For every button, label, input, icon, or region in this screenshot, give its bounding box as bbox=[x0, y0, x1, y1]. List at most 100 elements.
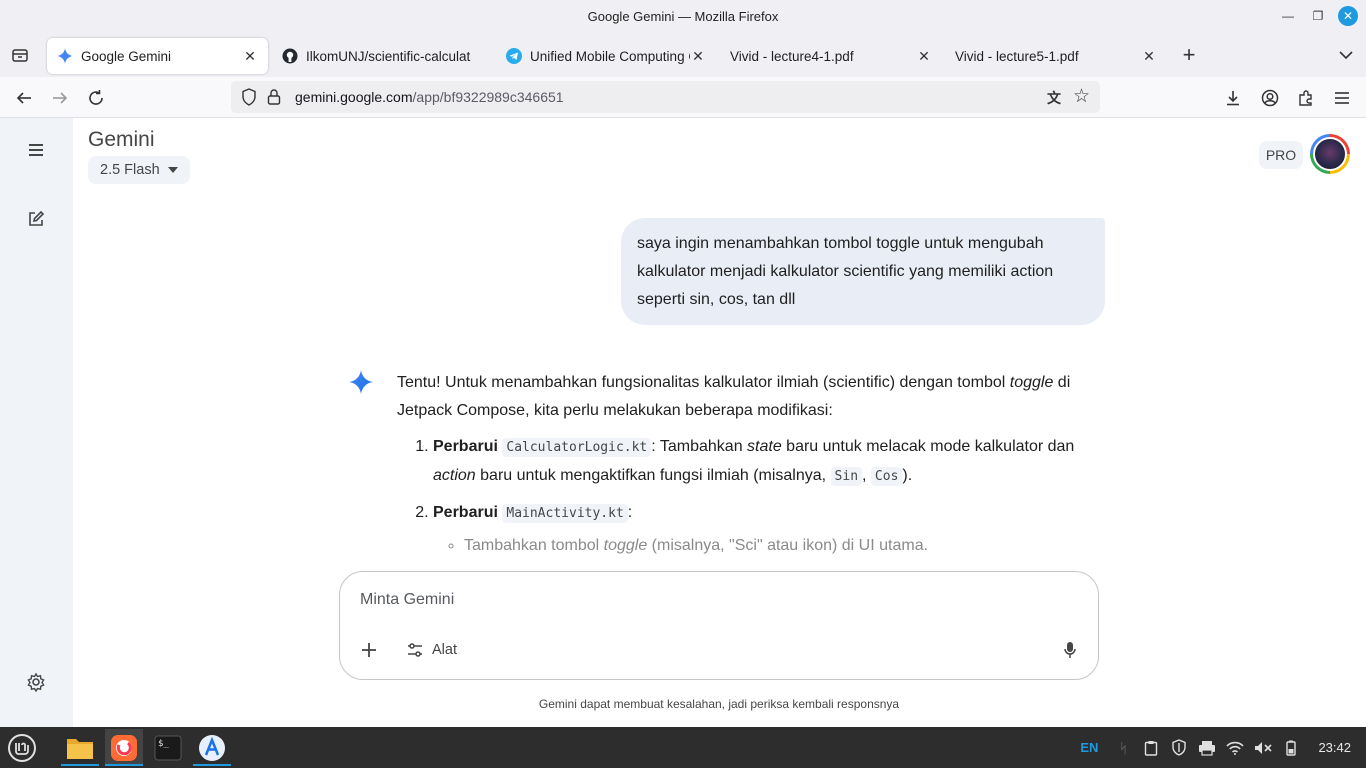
tab-bar: Google Gemini ✕ IlkomUNJ/scientific-calc… bbox=[0, 33, 1366, 77]
caret-down-icon bbox=[167, 167, 178, 173]
intro-text: Tentu! Untuk menambahkan fungsionalitas … bbox=[397, 374, 1010, 391]
battery-icon[interactable] bbox=[1282, 739, 1300, 757]
clock[interactable]: 23:42 bbox=[1318, 740, 1351, 755]
back-arrow-icon[interactable] bbox=[12, 86, 36, 110]
active-indicator bbox=[61, 764, 99, 766]
update-shield-icon[interactable] bbox=[1170, 739, 1188, 757]
navigation-toolbar: gemini.google.com/app/bf9322989c346651 文… bbox=[0, 77, 1366, 118]
list-item: Tambahkan tombol toggle (misalnya, "Sci"… bbox=[464, 532, 1107, 560]
downloads-icon[interactable] bbox=[1221, 86, 1245, 110]
wifi-icon[interactable] bbox=[1226, 739, 1245, 757]
pro-badge[interactable]: PRO bbox=[1259, 141, 1303, 169]
prompt-input-box[interactable]: Minta Gemini Alat bbox=[339, 571, 1099, 680]
tab-label: Vivid - lecture4-1.pdf bbox=[730, 48, 854, 64]
disclaimer-text: Gemini dapat membuat kesalahan, jadi per… bbox=[538, 697, 900, 711]
close-tab-icon[interactable]: ✕ bbox=[1141, 48, 1157, 65]
system-tray: EN ᛋ 23:42 bbox=[1080, 727, 1366, 768]
step-text: baru untuk melacak mode kalkulator dan bbox=[781, 438, 1075, 455]
close-tab-icon[interactable]: ✕ bbox=[916, 48, 932, 65]
menu-hamburger-icon[interactable] bbox=[1330, 86, 1354, 110]
tab-overview-icon[interactable] bbox=[10, 45, 30, 65]
keyboard-layout[interactable]: EN bbox=[1080, 740, 1098, 755]
window-controls: — ❐ ✕ bbox=[1278, 6, 1358, 26]
os-taskbar: $_ EN ᛋ 23:42 bbox=[0, 727, 1366, 768]
model-selector-button[interactable]: 2.5 Flash bbox=[88, 156, 190, 184]
response-intro: Tentu! Untuk menambahkan fungsionalitas … bbox=[397, 369, 1107, 425]
prompt-placeholder[interactable]: Minta Gemini bbox=[360, 591, 454, 609]
url-host: gemini.google.com bbox=[295, 89, 413, 105]
inline-code: Sin bbox=[830, 467, 863, 486]
window-title: Google Gemini — Mozilla Firefox bbox=[587, 9, 779, 24]
file-manager-icon[interactable] bbox=[61, 729, 99, 766]
inline-code: CalculatorLogic.kt bbox=[502, 438, 652, 457]
url-bar[interactable]: gemini.google.com/app/bf9322989c346651 文… bbox=[231, 81, 1100, 113]
step-emphasis: action bbox=[433, 467, 476, 484]
inline-code: MainActivity.kt bbox=[502, 504, 628, 523]
telegram-favicon-icon bbox=[506, 48, 522, 64]
step-bold: Perbarui bbox=[433, 438, 498, 455]
gemini-spark-icon bbox=[349, 370, 373, 394]
avatar[interactable] bbox=[1310, 134, 1350, 174]
tab-github[interactable]: IlkomUNJ/scientific-calculat bbox=[272, 38, 492, 74]
app-title: Gemini bbox=[88, 128, 155, 151]
step-bold: Perbarui bbox=[433, 504, 498, 521]
bookmark-star-icon[interactable]: ☆ bbox=[1073, 87, 1093, 107]
close-window-icon[interactable]: ✕ bbox=[1338, 6, 1358, 26]
translate-icon[interactable]: 文 bbox=[1047, 88, 1065, 106]
tab-unified-mobile[interactable]: Unified Mobile Computing C ✕ bbox=[496, 38, 716, 74]
tab-label: Unified Mobile Computing C bbox=[530, 48, 690, 64]
volume-muted-icon[interactable] bbox=[1254, 739, 1273, 757]
step-text: , bbox=[862, 467, 871, 484]
tab-label: IlkomUNJ/scientific-calculat bbox=[306, 48, 471, 64]
lock-icon[interactable] bbox=[267, 88, 283, 106]
firefox-icon[interactable] bbox=[105, 729, 143, 766]
active-indicator bbox=[105, 764, 143, 766]
new-chat-icon[interactable] bbox=[24, 207, 48, 231]
list-item: Perbarui CalculatorLogic.kt: Tambahkan s… bbox=[433, 433, 1107, 491]
bullet-text: (misalnya, "Sci" atau ikon) di UI utama. bbox=[647, 537, 929, 554]
tools-sliders-icon bbox=[406, 641, 424, 659]
printer-icon[interactable] bbox=[1198, 739, 1216, 757]
microphone-icon[interactable] bbox=[1060, 638, 1080, 662]
main-menu-icon[interactable] bbox=[24, 138, 48, 162]
sub-list: Tambahkan tombol toggle (misalnya, "Sci"… bbox=[433, 532, 1107, 560]
close-tab-icon[interactable]: ✕ bbox=[690, 48, 706, 65]
model-label: 2.5 Flash bbox=[100, 162, 160, 178]
terminal-icon[interactable]: $_ bbox=[149, 729, 187, 766]
software-manager-icon[interactable] bbox=[193, 729, 231, 766]
tools-button[interactable]: Alat bbox=[406, 638, 457, 662]
active-indicator bbox=[193, 764, 231, 766]
minimize-icon[interactable]: — bbox=[1278, 6, 1298, 26]
close-tab-icon[interactable]: ✕ bbox=[242, 48, 258, 65]
account-icon[interactable] bbox=[1258, 86, 1282, 110]
tab-vivid-lecture4[interactable]: Vivid - lecture4-1.pdf ✕ bbox=[720, 38, 942, 74]
tools-label: Alat bbox=[432, 642, 457, 658]
gemini-sidebar bbox=[0, 118, 73, 727]
bullet-emphasis: toggle bbox=[603, 537, 648, 554]
maximize-icon[interactable]: ❐ bbox=[1308, 6, 1328, 26]
user-message-bubble: saya ingin menambahkan tombol toggle unt… bbox=[621, 218, 1105, 325]
clipboard-icon[interactable] bbox=[1142, 739, 1160, 757]
tab-label: Google Gemini bbox=[81, 48, 172, 64]
tab-list-chevron-icon[interactable] bbox=[1336, 45, 1356, 65]
settings-gear-icon[interactable] bbox=[24, 670, 48, 694]
url-text: gemini.google.com/app/bf9322989c346651 bbox=[295, 89, 564, 105]
step-emphasis: state bbox=[747, 438, 782, 455]
step-text: : Tambahkan bbox=[651, 438, 748, 455]
add-attachment-icon[interactable] bbox=[358, 639, 380, 661]
step-text: ). bbox=[902, 467, 913, 484]
window-titlebar: Google Gemini — Mozilla Firefox — ❐ ✕ bbox=[0, 0, 1366, 33]
forward-arrow-icon[interactable] bbox=[48, 86, 72, 110]
github-favicon-icon bbox=[282, 48, 298, 64]
bullet-text: Tambahkan tombol bbox=[464, 537, 604, 554]
tab-google-gemini[interactable]: Google Gemini ✕ bbox=[47, 38, 268, 74]
extensions-icon[interactable] bbox=[1294, 86, 1318, 110]
avatar-image bbox=[1313, 137, 1347, 171]
new-tab-icon[interactable]: + bbox=[1179, 44, 1199, 66]
bluetooth-icon[interactable]: ᛋ bbox=[1114, 739, 1132, 757]
tab-label: Vivid - lecture5-1.pdf bbox=[955, 48, 1079, 64]
tab-vivid-lecture5[interactable]: Vivid - lecture5-1.pdf ✕ bbox=[945, 38, 1167, 74]
mint-menu-icon[interactable] bbox=[3, 729, 41, 766]
reload-icon[interactable] bbox=[84, 86, 108, 110]
shield-icon[interactable] bbox=[241, 88, 259, 106]
